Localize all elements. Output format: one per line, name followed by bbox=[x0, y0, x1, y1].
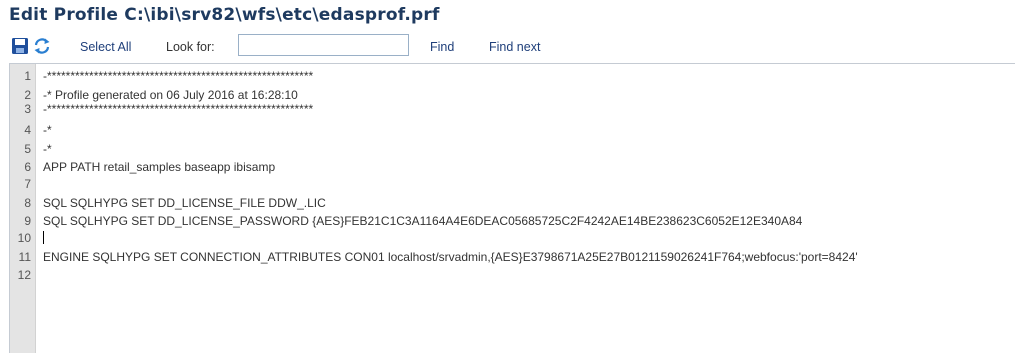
line-number: 4 bbox=[24, 123, 31, 137]
line-number: 7 bbox=[24, 177, 31, 191]
line-number: 10 bbox=[17, 231, 31, 245]
line-number: 6 bbox=[24, 160, 31, 174]
code-line: -* bbox=[43, 123, 52, 137]
toolbar: Select All Look for: Find Find next bbox=[0, 34, 1021, 60]
code-editor[interactable]: 1 2 3 4 5 6 7 8 9 10 11 12 -************… bbox=[9, 63, 1015, 353]
find-next-button[interactable]: Find next bbox=[489, 40, 540, 54]
search-input[interactable] bbox=[238, 34, 409, 56]
line-number: 9 bbox=[24, 214, 31, 228]
select-all-button[interactable]: Select All bbox=[80, 40, 131, 54]
code-line: ENGINE SQLHYPG SET CONNECTION_ATTRIBUTES… bbox=[43, 250, 858, 264]
line-number-gutter: 1 2 3 4 5 6 7 8 9 10 11 12 bbox=[10, 64, 36, 353]
line-number: 12 bbox=[17, 268, 31, 282]
line-number: 2 bbox=[24, 88, 31, 102]
look-for-label: Look for: bbox=[166, 40, 215, 54]
code-line: -* Profile generated on 06 July 2016 at … bbox=[43, 88, 298, 102]
code-line: SQL SQLHYPG SET DD_LICENSE_FILE DDW_.LIC bbox=[43, 196, 326, 210]
line-number: 11 bbox=[18, 250, 31, 264]
code-line: SQL SQLHYPG SET DD_LICENSE_PASSWORD {AES… bbox=[43, 214, 803, 228]
line-number: 3 bbox=[24, 102, 31, 116]
text-cursor bbox=[43, 231, 44, 244]
find-button[interactable]: Find bbox=[430, 40, 454, 54]
code-line: -***************************************… bbox=[43, 69, 314, 83]
save-icon[interactable] bbox=[11, 37, 29, 55]
refresh-icon[interactable] bbox=[33, 37, 51, 55]
code-line: -* bbox=[43, 142, 52, 156]
page-title: Edit Profile C:\ibi\srv82\wfs\etc\edaspr… bbox=[9, 5, 440, 25]
code-line: APP PATH retail_samples baseapp ibisamp bbox=[43, 160, 276, 174]
line-number: 1 bbox=[24, 69, 31, 83]
line-number: 8 bbox=[24, 196, 31, 210]
line-number: 5 bbox=[24, 142, 31, 156]
code-line: -***************************************… bbox=[43, 102, 314, 116]
